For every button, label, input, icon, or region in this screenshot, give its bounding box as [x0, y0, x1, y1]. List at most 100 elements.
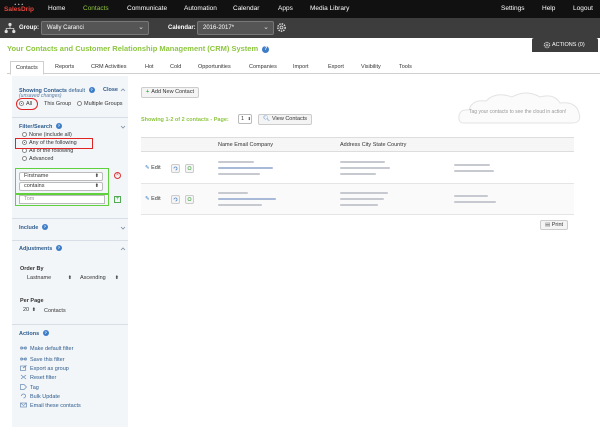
chat-icon[interactable]	[185, 195, 194, 204]
gear-icon[interactable]	[276, 22, 287, 33]
gear-icon	[543, 41, 551, 49]
tab-export[interactable]: Export	[323, 61, 349, 74]
page-title: Your Contacts and Customer Relationship …	[7, 44, 270, 53]
help-icon[interactable]: ?	[262, 46, 270, 53]
add-new-contact-button[interactable]: + Add New Contact	[141, 87, 200, 98]
filter-operator-select[interactable]: contains ⬍	[19, 182, 103, 191]
tab-crm-activities[interactable]: CRM Activities	[86, 61, 131, 74]
redacted-email[interactable]	[218, 198, 276, 200]
include-title: Include	[19, 225, 39, 231]
help-icon[interactable]: ?	[42, 330, 49, 336]
refresh-icon[interactable]	[171, 164, 180, 173]
radio-icon	[22, 132, 27, 137]
actions-button[interactable]: ACTIONS (0)	[532, 38, 598, 52]
tab-hot[interactable]: Hot	[140, 61, 159, 74]
action-label: Tag	[30, 385, 39, 391]
action-save-filter[interactable]: Save this filter	[20, 356, 65, 363]
org-chart-icon[interactable]	[4, 22, 16, 34]
help-icon[interactable]: ?	[55, 123, 62, 129]
help-icon[interactable]: ?	[88, 87, 95, 93]
action-export-as-group[interactable]: Export as group	[20, 365, 69, 372]
redacted-name	[218, 192, 248, 194]
help-icon[interactable]: ?	[55, 245, 62, 251]
order-direction-value: Ascending	[80, 275, 106, 281]
chevron-down-icon[interactable]	[120, 124, 126, 130]
print-button[interactable]: ▤ Print	[540, 220, 569, 230]
chevron-up-icon[interactable]	[120, 246, 126, 252]
redacted-sales-rep	[454, 195, 488, 197]
view-contacts-label: View Contacts	[271, 116, 308, 122]
contacts-table: Name Email Company Address City State Co…	[141, 137, 574, 215]
calendar-select-value: 2016-2017*	[203, 25, 235, 31]
view-contacts-button[interactable]: 🔍︎ View Contacts	[258, 114, 313, 125]
edit-button[interactable]: ✎ Edit	[145, 195, 161, 204]
action-tag[interactable]: Tag	[20, 384, 39, 391]
action-bulk-update[interactable]: Bulk Update	[20, 393, 60, 400]
tab-tools[interactable]: Tools	[394, 61, 417, 74]
nav-automation[interactable]: Automation	[184, 0, 217, 18]
logo-text: SalesDrip	[4, 6, 34, 13]
nav-media-library[interactable]: Media Library	[310, 0, 349, 18]
nav-settings[interactable]: Settings	[501, 0, 525, 18]
page-select[interactable]: 1 ⬍	[238, 114, 252, 124]
redacted-email[interactable]	[218, 167, 273, 169]
add-filter-icon[interactable]: +	[114, 196, 121, 203]
tab-reports[interactable]: Reports	[50, 61, 79, 74]
filter-value-placeholder: Tom	[24, 196, 35, 202]
edit-button[interactable]: ✎ Edit	[145, 164, 161, 173]
default-link[interactable]: default	[69, 88, 86, 94]
action-label: Email these contacts	[30, 403, 81, 409]
actions-heading: Actions ?	[19, 330, 49, 337]
scope-this-group-option[interactable]: This Group	[44, 101, 71, 107]
tab-companies[interactable]: Companies	[244, 61, 282, 74]
group-select[interactable]: Wally Caranci ⌄	[41, 21, 149, 35]
salesdrip-logo[interactable]: ▲▲▲ SalesDrip	[3, 2, 35, 16]
tab-contacts[interactable]: Contacts	[10, 61, 44, 75]
adjustments-heading[interactable]: Adjustments ?	[19, 245, 62, 252]
filter-advanced-option[interactable]: Advanced	[22, 156, 53, 162]
nav-apps[interactable]: Apps	[278, 0, 293, 18]
redacted-name	[218, 161, 254, 163]
action-make-default-filter[interactable]: Make default filter	[20, 345, 73, 352]
filter-field-value: Firstname	[24, 173, 49, 179]
order-direction-select[interactable]: Ascending ⬍	[76, 275, 122, 284]
filter-field-select[interactable]: Firstname ⬍	[19, 172, 103, 181]
radio-icon	[77, 101, 82, 106]
redacted-city	[340, 167, 390, 169]
table-row[interactable]: ✎ Edit	[141, 184, 574, 215]
order-field-select[interactable]: Lastname ⬍	[23, 275, 75, 284]
remove-filter-icon[interactable]: ×	[114, 172, 121, 179]
redacted-company	[218, 204, 262, 206]
chat-icon[interactable]	[185, 164, 194, 173]
tab-cold[interactable]: Cold	[165, 61, 186, 74]
nav-help[interactable]: Help	[542, 0, 555, 18]
redacted-account-status	[454, 201, 496, 203]
tab-opportunities[interactable]: Opportunities	[193, 61, 236, 74]
chevron-up-icon[interactable]	[120, 87, 126, 93]
action-email-contacts[interactable]: Email these contacts	[20, 402, 81, 409]
per-page-select[interactable]: 20 ⬍	[21, 307, 37, 316]
nav-logout[interactable]: Logout	[573, 0, 593, 18]
filter-value-input[interactable]: Tom	[19, 195, 105, 204]
tag-cloud-graphic	[458, 92, 581, 124]
help-icon[interactable]: ?	[41, 224, 48, 230]
refresh-icon[interactable]	[171, 195, 180, 204]
close-link[interactable]: Close	[103, 87, 118, 93]
crm-tabs: Contacts Reports CRM Activities Hot Cold…	[7, 61, 600, 75]
chevron-down-icon[interactable]	[120, 225, 126, 231]
nav-communicate[interactable]: Communicate	[127, 0, 167, 18]
action-reset-filter[interactable]: Reset filter	[20, 374, 56, 381]
include-heading[interactable]: Include ?	[19, 224, 48, 231]
nav-home[interactable]: Home	[48, 0, 65, 18]
add-contact-label: Add New Contact	[151, 89, 195, 95]
column-address: Address City State Country	[340, 142, 407, 148]
nav-contacts[interactable]: Contacts	[83, 0, 109, 18]
table-row[interactable]: ✎ Edit	[141, 153, 574, 184]
tab-visibility[interactable]: Visibility	[356, 61, 386, 74]
select-arrows-icon: ⬍	[94, 183, 99, 189]
scope-multiple-groups-option[interactable]: Multiple Groups	[77, 101, 123, 107]
scope-multiple-groups-label: Multiple Groups	[84, 101, 123, 107]
nav-calendar[interactable]: Calendar	[233, 0, 259, 18]
tab-import[interactable]: Import	[288, 61, 314, 74]
calendar-select[interactable]: 2016-2017* ⌄	[197, 21, 274, 35]
